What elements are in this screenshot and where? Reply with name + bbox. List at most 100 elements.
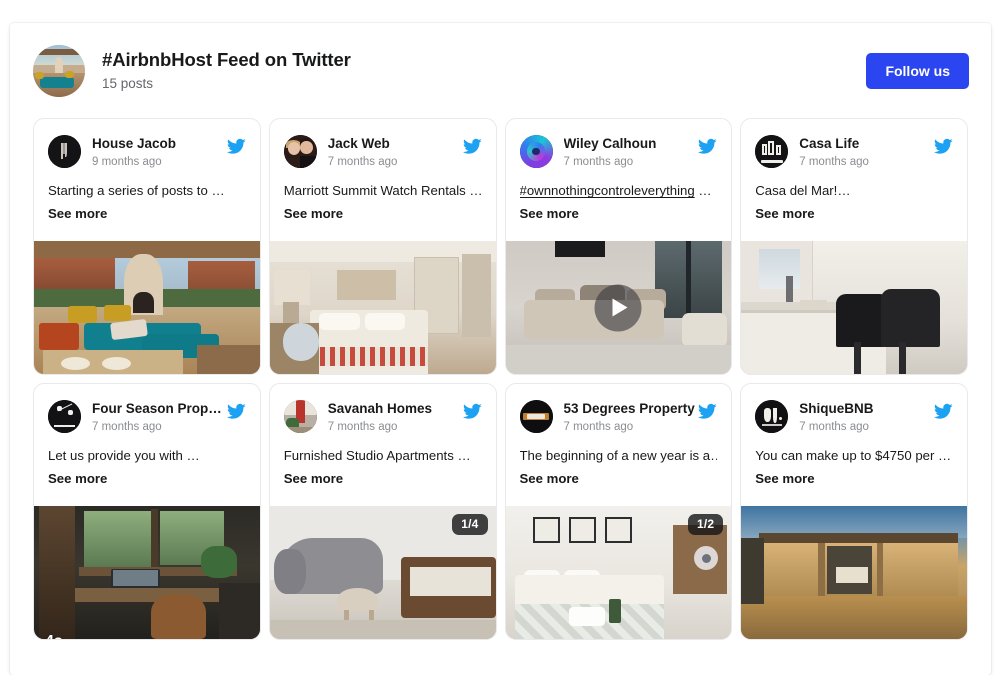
author-meta: Wiley Calhoun 7 months ago (564, 135, 699, 169)
media-count-badge: 1/4 (452, 514, 488, 536)
page-title: #AirbnbHost Feed on Twitter (102, 48, 351, 70)
post-media[interactable]: 1/4 (269, 506, 496, 639)
author-meta: ShiqueBNB 7 months ago (799, 400, 934, 434)
avatar[interactable] (755, 400, 789, 433)
author-meta: House Jacob 9 months ago (92, 135, 227, 169)
avatar[interactable] (283, 135, 317, 168)
avatar[interactable] (519, 135, 553, 168)
author-meta: Casa Life 7 months ago (799, 135, 934, 169)
play-icon[interactable] (594, 284, 642, 331)
post-card[interactable]: Casa Life 7 months ago Casa del Mar!… See m… (740, 118, 968, 375)
post-text: Starting a series of posts to … (48, 183, 225, 199)
author-name[interactable]: Casa Life (799, 136, 934, 153)
author-meta: Jack Web 7 months ago (328, 135, 463, 169)
post-text: Casa del Mar!… (755, 183, 851, 199)
post-media[interactable] (269, 241, 496, 374)
post-media[interactable]: 4s (34, 506, 260, 639)
feed-header: #AirbnbHost Feed on Twitter 15 posts Fol… (10, 23, 991, 118)
post-card[interactable]: 53 Degrees Property 7 months ago The begin… (504, 383, 733, 640)
avatar[interactable] (755, 135, 789, 168)
post-card[interactable]: Jack Web 7 months ago Marriott Summit Watc… (268, 118, 497, 375)
post-timestamp: 9 months ago (92, 155, 162, 168)
author-meta: Four Season Prope… 7 months ago (92, 400, 227, 434)
media-count-badge: 1/2 (687, 514, 724, 536)
post-timestamp: 7 months ago (327, 420, 398, 433)
post-card[interactable]: Wiley Calhoun 7 months ago #ownnothingcont… (504, 118, 733, 375)
see-more-button[interactable]: See more (755, 471, 814, 486)
post-body: Furnished Studio Apartments … See more (270, 434, 496, 488)
post-timestamp: 7 months ago (327, 155, 398, 168)
follow-us-button[interactable]: Follow us (866, 52, 969, 89)
hashtag-link[interactable]: #ownnothingcontroleverything (520, 183, 695, 198)
author-name[interactable]: House Jacob (92, 136, 227, 153)
see-more-button[interactable]: See more (48, 206, 107, 221)
see-more-button[interactable]: See more (755, 206, 814, 221)
author-name[interactable]: 53 Degrees Property (564, 401, 699, 418)
twitter-bird-icon (698, 402, 717, 421)
feed-avatar-image (33, 44, 85, 97)
post-header: Wiley Calhoun 7 months ago (506, 119, 732, 169)
post-header: Casa Life 7 months ago (741, 119, 967, 169)
post-header: Four Season Prope… 7 months ago (34, 384, 260, 434)
post-body: Starting a series of posts to … See more (34, 169, 260, 223)
post-media[interactable]: 1/2 (505, 506, 732, 639)
post-media[interactable] (741, 241, 967, 374)
author-name[interactable]: Four Season Prope… (92, 401, 227, 418)
see-more-button[interactable]: See more (48, 471, 107, 486)
see-more-button[interactable]: See more (520, 206, 579, 221)
post-text: #ownnothingcontroleverything … (520, 182, 718, 199)
post-text: Let us provide you with … (48, 448, 200, 464)
post-body: You can make up to $4750 per … See more (741, 434, 967, 488)
twitter-bird-icon (934, 402, 953, 421)
post-text: The beginning of a new year is a… (519, 448, 718, 464)
post-body: #ownnothingcontroleverything … See more (506, 169, 732, 223)
post-text: Marriott Summit Watch Rentals … (283, 183, 482, 199)
post-text: You can make up to $4750 per … (755, 448, 952, 464)
post-header: ShiqueBNB 7 months ago (741, 384, 967, 434)
post-header: 53 Degrees Property 7 months ago (506, 384, 732, 434)
post-body: Marriott Summit Watch Rentals … See more (270, 169, 496, 223)
twitter-bird-icon (698, 137, 717, 156)
post-timestamp: 7 months ago (799, 420, 869, 433)
twitter-bird-icon (462, 137, 482, 156)
post-body: Casa del Mar!… See more (741, 169, 967, 223)
post-header: Savanah Homes 7 months ago (270, 384, 496, 434)
see-more-button[interactable]: See more (520, 471, 579, 486)
post-body: Let us provide you with … See more (34, 434, 260, 488)
author-name[interactable]: ShiqueBNB (799, 401, 934, 418)
post-text: Furnished Studio Apartments … (283, 448, 471, 464)
author-name[interactable]: Wiley Calhoun (564, 136, 699, 153)
post-timestamp: 7 months ago (92, 420, 162, 433)
avatar[interactable] (48, 135, 81, 168)
post-card[interactable]: Four Season Prope… 7 months ago Let us pro… (33, 383, 261, 640)
post-text-ellipsis: … (694, 183, 712, 199)
post-timestamp: 7 months ago (563, 420, 634, 433)
post-count: 15 posts (102, 76, 154, 91)
post-header: Jack Web 7 months ago (270, 119, 496, 169)
video-duration: 4s (45, 633, 63, 639)
avatar[interactable] (283, 400, 317, 433)
post-timestamp: 7 months ago (799, 155, 869, 168)
post-header: House Jacob 9 months ago (34, 119, 260, 169)
post-body: The beginning of a new year is a… See mor… (506, 434, 732, 488)
see-more-button[interactable]: See more (284, 206, 343, 221)
post-card[interactable]: Savanah Homes 7 months ago Furnished Studi… (268, 383, 497, 640)
post-media[interactable] (34, 241, 260, 374)
post-media[interactable] (741, 506, 967, 639)
see-more-button[interactable]: See more (284, 471, 343, 486)
feed-header-text: #AirbnbHost Feed on Twitter 15 posts (102, 49, 866, 92)
author-meta: 53 Degrees Property 7 months ago (564, 400, 699, 434)
avatar[interactable] (48, 400, 81, 433)
author-meta: Savanah Homes 7 months ago (328, 400, 463, 434)
twitter-bird-icon (226, 402, 246, 421)
post-card[interactable]: House Jacob 9 months ago Starting a series… (33, 118, 261, 375)
author-name[interactable]: Jack Web (328, 136, 463, 153)
post-media[interactable] (505, 241, 732, 374)
twitter-bird-icon (462, 402, 482, 421)
twitter-bird-icon (934, 137, 953, 156)
feed-grid: House Jacob 9 months ago Starting a series… (10, 118, 991, 640)
author-name[interactable]: Savanah Homes (328, 401, 463, 418)
avatar[interactable] (519, 400, 553, 433)
post-card[interactable]: ShiqueBNB 7 months ago You can make up to … (740, 383, 968, 640)
twitter-feed-widget: #AirbnbHost Feed on Twitter 15 posts Fol… (10, 23, 991, 675)
